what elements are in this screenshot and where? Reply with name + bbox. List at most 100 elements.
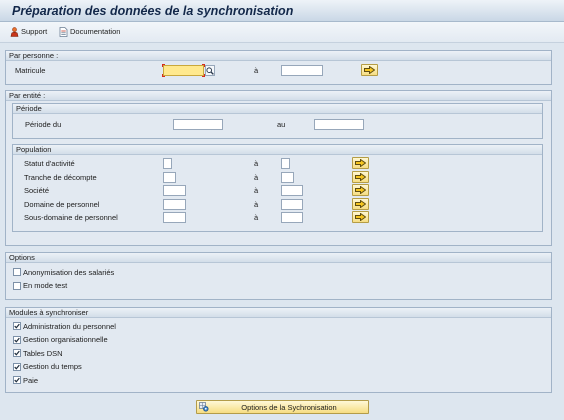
checkbox[interactable] <box>13 335 21 344</box>
documentation-button[interactable]: Documentation <box>59 26 125 38</box>
sous-domaine-personnel-from-input[interactable] <box>163 212 186 223</box>
tranche-decompte-to-input[interactable] <box>281 171 294 183</box>
range-to-label: à <box>254 159 259 168</box>
group-par-entite: Par entité : Période Période du au Popul… <box>5 90 552 246</box>
checkbox[interactable] <box>13 362 21 371</box>
range-to-label: à <box>254 172 259 182</box>
field-label: Domaine de personnel <box>24 199 100 209</box>
statut-activite-to-input[interactable] <box>281 158 290 169</box>
group-population: Population Statut d'activité à Tranche d… <box>12 144 543 232</box>
sous-domaine-personnel-multiple-selection-button[interactable] <box>352 211 369 223</box>
statut-activite-from-input[interactable] <box>163 158 172 169</box>
matricule-from-input[interactable] <box>163 65 204 76</box>
multiple-selection-arrow-icon <box>364 66 375 74</box>
sync-options-label: Options de la Sychronisation <box>241 403 337 412</box>
periode-to-input[interactable] <box>314 119 364 130</box>
checkbox-label: Anonymisation des salariés <box>23 267 115 277</box>
checkbox-label: Paie <box>23 375 39 385</box>
checkbox[interactable] <box>13 376 21 384</box>
group-header: Par entité : <box>6 91 551 101</box>
support-button[interactable]: Support <box>10 26 50 38</box>
documentation-icon <box>59 27 68 37</box>
field-label: Sous-domaine de personnel <box>24 213 118 222</box>
multiple-selection-arrow-icon <box>355 199 366 208</box>
checkmark-icon <box>14 323 20 329</box>
multiple-selection-arrow-icon <box>355 172 366 181</box>
range-to-label: à <box>254 199 259 209</box>
matricule-from-field <box>162 64 205 77</box>
matricule-multiple-selection-button[interactable] <box>361 64 378 76</box>
checkbox-anonymisation[interactable]: Anonymisation des salariés <box>13 267 233 277</box>
population-row-domaine-personnel: Domaine de personnel à <box>13 197 542 211</box>
population-row-societe: Société à <box>13 184 542 197</box>
checkmark-icon <box>14 337 20 343</box>
population-row-statut-activite: Statut d'activité à <box>13 157 542 170</box>
checkbox[interactable] <box>13 281 21 290</box>
multiple-selection-arrow-icon <box>355 186 366 194</box>
periode-label: Période du <box>25 120 62 129</box>
checkbox-tables-dsn[interactable]: Tables DSN <box>13 348 233 358</box>
matricule-label: Matricule <box>15 66 46 75</box>
group-header: Par personne : <box>6 51 551 61</box>
societe-multiple-selection-button[interactable] <box>352 184 369 196</box>
documentation-label: Documentation <box>70 27 121 36</box>
search-help-icon[interactable] <box>205 65 215 76</box>
group-title: Options <box>9 253 35 262</box>
checkbox-paie[interactable]: Paie <box>13 375 233 385</box>
options-icon <box>199 402 209 412</box>
range-to-label: à <box>254 213 259 222</box>
checkbox[interactable] <box>13 268 21 276</box>
domaine-personnel-from-input[interactable] <box>163 198 186 210</box>
checkmark-icon <box>14 377 20 383</box>
periode-to-label: au <box>277 120 286 129</box>
field-label: Société <box>24 186 50 195</box>
focus-marker <box>162 74 165 77</box>
population-row-tranche-decompte: Tranche de décompte à <box>13 170 542 184</box>
checkbox-gestion-organisationnelle[interactable]: Gestion organisationnelle <box>13 335 233 345</box>
support-icon <box>10 27 19 37</box>
focus-marker <box>162 64 165 67</box>
matricule-to-input[interactable] <box>281 65 323 76</box>
group-header: Période <box>13 104 542 114</box>
domaine-personnel-multiple-selection-button[interactable] <box>352 197 369 210</box>
group-title: Période <box>16 104 42 113</box>
checkbox-gestion-temps[interactable]: Gestion du temps <box>13 362 233 372</box>
group-header: Population <box>13 145 542 155</box>
checkbox-label: En mode test <box>23 281 68 290</box>
group-header: Options <box>6 253 551 263</box>
range-to-label: à <box>254 66 259 75</box>
checkbox-mode-test[interactable]: En mode test <box>13 281 233 291</box>
group-title: Par entité : <box>9 91 46 100</box>
statut-activite-multiple-selection-button[interactable] <box>352 157 369 169</box>
application-toolbar: Support Documentation <box>0 22 564 43</box>
sous-domaine-personnel-to-input[interactable] <box>281 212 303 223</box>
group-periode: Période Période du au <box>12 103 543 139</box>
checkbox-label: Tables DSN <box>23 348 63 358</box>
group-title: Par personne : <box>9 51 59 60</box>
group-title: Modules à synchroniser <box>9 308 89 317</box>
range-to-label: à <box>254 186 259 195</box>
societe-from-input[interactable] <box>163 185 186 196</box>
checkbox[interactable] <box>13 349 21 357</box>
group-modules: Modules à synchroniser Administration du… <box>5 307 552 393</box>
field-label: Statut d'activité <box>24 159 75 168</box>
checkbox-label: Gestion organisationnelle <box>23 335 108 344</box>
checkbox-administration-personnel[interactable]: Administration du personnel <box>13 321 233 331</box>
checkbox[interactable] <box>13 322 21 330</box>
tranche-decompte-from-input[interactable] <box>163 171 176 183</box>
multiple-selection-arrow-icon <box>355 213 366 221</box>
domaine-personnel-to-input[interactable] <box>281 198 303 210</box>
population-row-sous-domaine-personnel: Sous-domaine de personnel à <box>13 211 542 224</box>
group-par-personne: Par personne : Matricule à <box>5 50 552 85</box>
field-label: Tranche de décompte <box>24 172 97 182</box>
checkbox-label: Administration du personnel <box>23 321 116 331</box>
tranche-decompte-multiple-selection-button[interactable] <box>352 170 369 183</box>
sync-options-button[interactable]: Options de la Sychronisation <box>196 400 369 414</box>
group-title: Population <box>16 145 52 154</box>
title-bar: Préparation des données de la synchronis… <box>0 0 564 22</box>
societe-to-input[interactable] <box>281 185 303 196</box>
group-header: Modules à synchroniser <box>6 308 551 318</box>
checkmark-icon <box>14 350 20 356</box>
periode-from-input[interactable] <box>173 119 223 130</box>
page-title: Préparation des données de la synchronis… <box>12 4 294 18</box>
